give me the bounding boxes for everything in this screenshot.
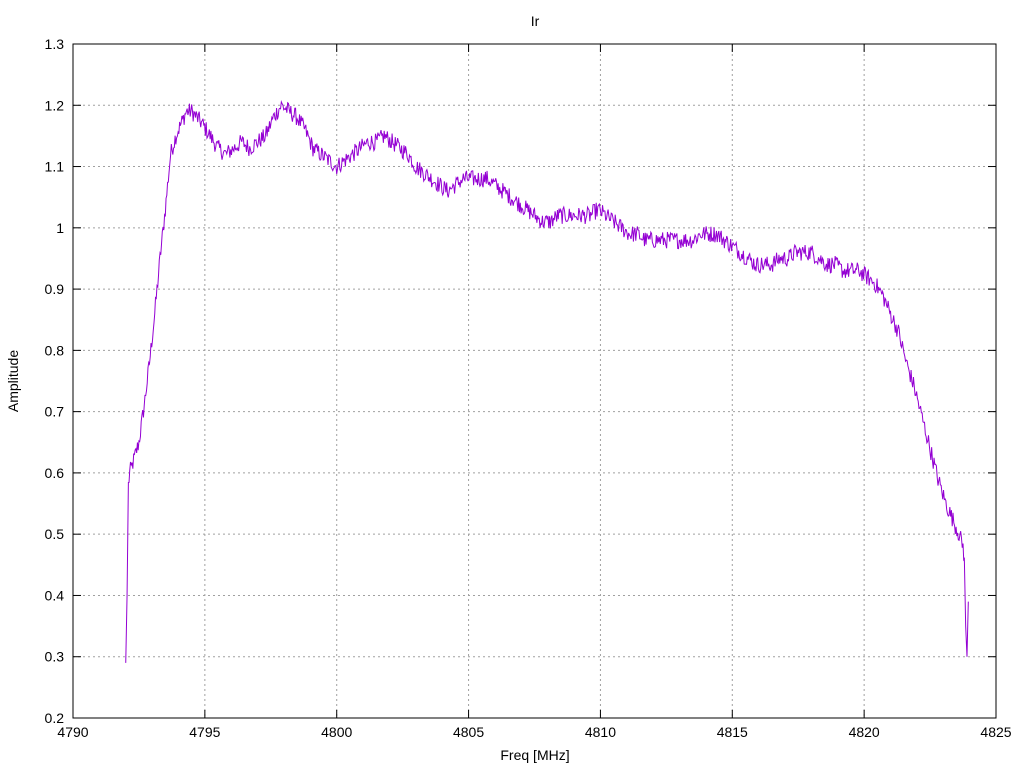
y-tick-label: 1.1 <box>45 159 65 175</box>
y-tick-label: 0.4 <box>45 587 65 603</box>
x-tick-label: 4795 <box>189 724 220 740</box>
chart-background <box>0 0 1024 768</box>
y-tick-label: 0.7 <box>45 404 65 420</box>
y-tick-label: 0.2 <box>45 710 65 726</box>
x-tick-label: 4805 <box>453 724 484 740</box>
line-chart: 4790 4795 4800 4805 4810 4815 4820 4825 0.2 0.3 0… <box>0 0 1024 768</box>
y-tick-label: 1.2 <box>45 97 65 113</box>
y-tick-label: 0.5 <box>45 526 65 542</box>
y-tick-label: 1 <box>56 220 64 236</box>
x-tick-label: 4820 <box>849 724 880 740</box>
y-tick-label: 0.6 <box>45 465 65 481</box>
x-tick-label: 4825 <box>980 724 1011 740</box>
y-tick-label: 0.9 <box>45 281 65 297</box>
y-tick-label: 0.3 <box>45 649 65 665</box>
y-axis-title: Amplitude <box>5 350 21 412</box>
y-tick-label: 1.3 <box>45 36 65 52</box>
y-tick-label: 0.8 <box>45 342 65 358</box>
x-tick-label: 4800 <box>321 724 352 740</box>
chart-title: Ir <box>531 13 540 29</box>
x-tick-label: 4810 <box>585 724 616 740</box>
x-tick-label: 4815 <box>717 724 748 740</box>
x-axis-title: Freq [MHz] <box>500 747 569 763</box>
x-tick-label: 4790 <box>57 724 88 740</box>
